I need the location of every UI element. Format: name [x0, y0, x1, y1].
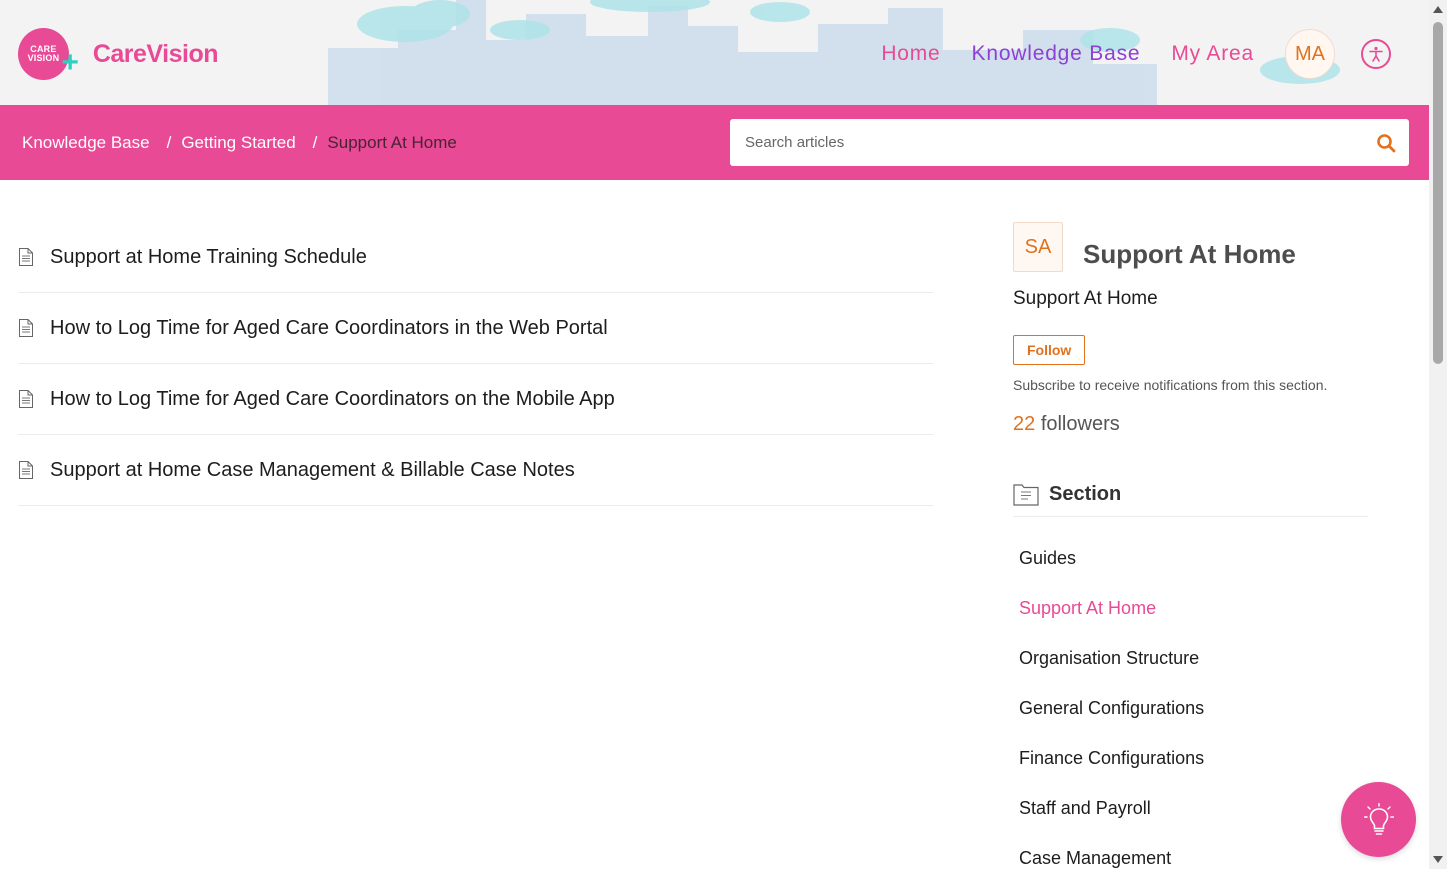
breadcrumb-getting-started[interactable]: Getting Started [181, 133, 295, 153]
subscribe-note: Subscribe to receive notifications from … [1013, 377, 1328, 393]
breadcrumb-separator: / [312, 133, 318, 152]
search-icon[interactable] [1375, 132, 1397, 154]
document-icon [19, 319, 33, 337]
nav-my-area-link[interactable]: My Area [1171, 42, 1254, 66]
section-list-label: Section [1049, 482, 1122, 505]
followers-count: 22 followers [1013, 413, 1368, 436]
section-icon [1013, 484, 1039, 506]
logo-plus-icon: + [61, 46, 79, 79]
scroll-down-arrow-icon[interactable] [1433, 856, 1443, 863]
main-nav: Home Knowledge Base My Area MA [881, 28, 1391, 80]
article-item[interactable]: How to Log Time for Aged Care Coordinato… [18, 364, 933, 435]
section-avatar: SA [1013, 222, 1063, 272]
section-item-organisation-structure[interactable]: Organisation Structure [1013, 633, 1368, 683]
document-icon [19, 461, 33, 479]
user-avatar[interactable]: MA [1285, 29, 1335, 79]
follow-button[interactable]: Follow [1013, 335, 1086, 365]
breadcrumb-search-bar: Knowledge Base / Getting Started / Suppo… [0, 105, 1429, 180]
section-sidebar: SA Support At Home Support At Home Follo… [1013, 222, 1368, 883]
section-item-staff-and-payroll[interactable]: Staff and Payroll [1013, 783, 1368, 833]
lightbulb-icon [1363, 802, 1394, 835]
site-header: CARE VISION + CareVision Home Knowledge … [0, 0, 1429, 105]
nav-knowledge-base-link[interactable]: Knowledge Base [972, 42, 1141, 66]
accessibility-icon[interactable] [1361, 39, 1391, 69]
breadcrumb-separator: / [166, 133, 172, 152]
carevision-logo[interactable]: CARE VISION + CareVision [18, 26, 219, 82]
section-list: Guides Support At Home Organisation Stru… [1013, 533, 1368, 883]
section-item-case-management[interactable]: Case Management [1013, 833, 1368, 883]
article-title[interactable]: Support at Home Case Management & Billab… [50, 459, 575, 482]
breadcrumb-knowledge-base[interactable]: Knowledge Base [22, 133, 150, 153]
scrollbar-thumb[interactable] [1433, 22, 1443, 364]
document-icon [19, 390, 33, 408]
article-item[interactable]: How to Log Time for Aged Care Coordinato… [18, 293, 933, 364]
search-box [730, 119, 1409, 166]
document-icon [19, 248, 33, 266]
followers-label: followers [1040, 413, 1120, 435]
article-title[interactable]: Support at Home Training Schedule [50, 246, 367, 269]
page-scrollbar[interactable] [1429, 0, 1447, 869]
section-list-header: Section [1013, 482, 1368, 517]
section-item-finance-configurations[interactable]: Finance Configurations [1013, 733, 1368, 783]
section-item-support-at-home[interactable]: Support At Home [1013, 583, 1368, 633]
section-description: Support At Home [1013, 288, 1158, 309]
scroll-up-arrow-icon[interactable] [1433, 6, 1443, 13]
section-title: Support At Home [1083, 238, 1296, 269]
article-list: Support at Home Training Schedule How to… [18, 222, 933, 506]
logo-badge: CARE VISION + [18, 28, 79, 80]
breadcrumb: Knowledge Base / Getting Started / Suppo… [22, 133, 457, 153]
brand-name: CareVision [92, 39, 219, 68]
section-item-general-configurations[interactable]: General Configurations [1013, 683, 1368, 733]
article-item[interactable]: Support at Home Case Management & Billab… [18, 435, 933, 506]
article-title[interactable]: How to Log Time for Aged Care Coordinato… [50, 317, 608, 340]
help-button[interactable] [1341, 782, 1416, 857]
breadcrumb-current[interactable]: Support At Home [327, 133, 456, 153]
article-item[interactable]: Support at Home Training Schedule [18, 222, 933, 293]
article-title[interactable]: How to Log Time for Aged Care Coordinato… [50, 388, 615, 411]
section-header: SA Support At Home [1013, 222, 1368, 272]
section-item-guides[interactable]: Guides [1013, 533, 1368, 583]
search-input[interactable] [743, 133, 1375, 152]
nav-home-link[interactable]: Home [881, 42, 940, 66]
followers-number: 22 [1013, 413, 1036, 435]
